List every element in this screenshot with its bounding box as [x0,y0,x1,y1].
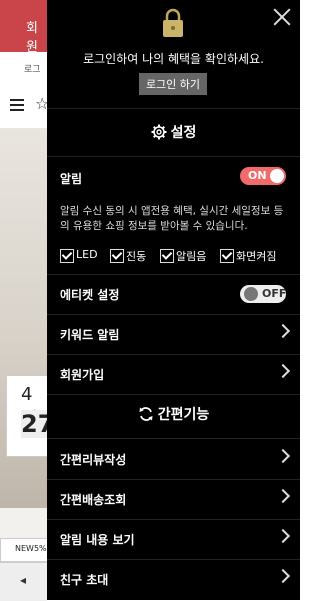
toggle-knob [244,287,258,301]
close-icon[interactable] [271,6,293,28]
signup-row[interactable]: 회원가입 [47,354,300,395]
etiquette-row: 에티켓 설정 OFF [47,274,300,315]
alarm-description: 알림 수신 동의 시 앱전용 혜택, 실시간 세일정보 등의 유용한 쇼핑 정보… [60,205,284,232]
etiquette-label: 에티켓 설정 [60,288,120,302]
background-header-label: 회원 [26,21,38,55]
quick-features-header: 간편기능 [47,404,300,424]
chevron-right-icon [278,324,288,338]
notification-history-row[interactable]: 알림 내용 보기 [47,519,300,560]
quick-review-row[interactable]: 간편리뷰작성 [47,439,300,480]
chevron-right-icon [278,449,288,463]
settings-title: 설정 [170,125,197,141]
back-arrow-icon: ◂ [20,573,27,587]
keyword-alarm-row[interactable]: 키워드 알림 [47,314,300,355]
chevron-right-icon [278,489,288,503]
checkbox-icon [160,249,174,263]
quick-item-label: 간편배송조회 [60,493,127,507]
etiquette-toggle[interactable]: OFF [240,285,286,303]
background-header: 회원 [0,0,47,55]
quick-item-label: 간편리뷰작성 [60,453,127,467]
quick-delivery-row[interactable]: 간편배송조회 [47,479,300,520]
checkbox-label: 진동 [126,250,147,263]
background-nav: ☆ [0,84,49,129]
alarm-row: 알림 ON [47,156,300,196]
background-subbar: 로그 [0,52,47,85]
login-button[interactable]: 로그인 하기 [139,73,207,95]
quick-features-title: 간편기능 [157,407,210,423]
login-message: 로그인하여 나의 혜택을 확인하세요. [83,52,264,66]
alarm-toggle[interactable]: ON [240,167,286,185]
checkbox-icon [60,249,74,263]
checkbox-label: 알림음 [176,250,207,263]
invite-friend-row[interactable]: 친구 초대 [47,559,300,599]
checkbox-label: 화면켜짐 [236,250,277,263]
lock-icon [163,8,183,37]
quick-item-label: 친구 초대 [60,573,109,587]
chevron-right-icon [278,569,288,583]
alarm-options: LED 진동 알림음 화면켜짐 [60,248,290,266]
background-card: 4개 27 [6,375,55,457]
keyword-alarm-label: 키워드 알림 [60,328,120,342]
chevron-right-icon [278,529,288,543]
menu-icon [10,99,24,111]
background-pill-label: NEW5% [15,544,47,553]
chevron-right-icon [278,364,288,378]
toggle-knob [270,169,284,183]
settings-header: 설정 [47,122,300,142]
background-sub-label: 로그 [24,65,41,75]
side-drawer: 로그인하여 나의 혜택을 확인하세요. 로그인 하기 설정 알림 ON 알림 수… [47,0,300,600]
checkbox-icon [220,249,234,263]
quick-item-label: 알림 내용 보기 [60,533,135,547]
checkbox-label: LED [76,248,98,261]
background-bottom-bar: ◂ [0,562,47,601]
alarm-label: 알림 [60,172,83,186]
signup-label: 회원가입 [60,368,105,382]
alarm-toggle-label: ON [248,169,267,182]
etiquette-toggle-label: OFF [262,287,287,300]
gear-icon [151,124,167,140]
checkbox-icon [110,249,124,263]
refresh-icon [139,407,153,421]
divider [47,108,300,109]
background-pill: NEW5% [0,538,49,562]
